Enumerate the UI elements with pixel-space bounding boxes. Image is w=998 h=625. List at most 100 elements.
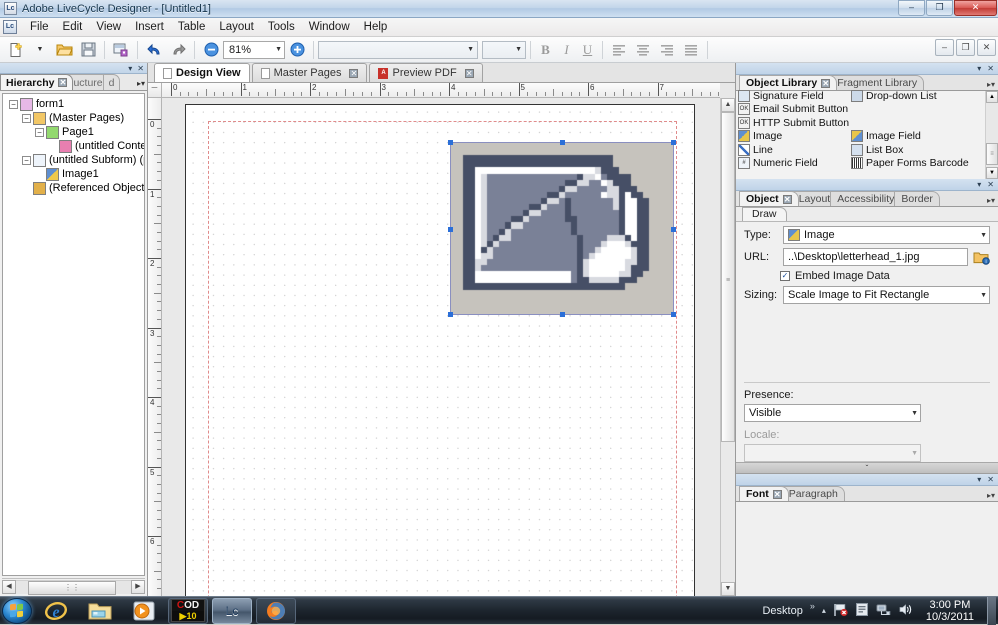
library-item-email-submit-button[interactable]: OK Email Submit Button	[738, 103, 851, 117]
network-icon[interactable]	[876, 602, 891, 620]
taskbar-item-firefox[interactable]	[256, 597, 296, 624]
expander-icon[interactable]: −	[22, 113, 31, 123]
hierarchy-tree[interactable]: − form1 − (Master Pages) − Page1 (untitl…	[2, 93, 145, 576]
resize-handle-w[interactable]	[448, 227, 453, 232]
font-family-combo[interactable]: ▼	[318, 40, 478, 59]
folder-browse-icon[interactable]: i	[973, 250, 990, 265]
resize-handle-sw[interactable]	[448, 312, 453, 317]
maximize-button[interactable]: ❐	[926, 0, 953, 16]
menu-item-edit[interactable]: Edit	[56, 19, 90, 35]
panel-close-icon[interactable]: ✕	[987, 64, 994, 73]
taskbar-item-livecycle-designer[interactable]: Lc	[212, 597, 252, 624]
tab-master-pages-close-icon[interactable]: ✕	[349, 68, 359, 78]
taskbar-item-internet-explorer[interactable]: e	[36, 598, 76, 624]
expander-icon[interactable]: −	[9, 99, 18, 109]
tab-font-close-icon[interactable]: ✕	[772, 489, 782, 499]
library-item-paper-forms-barcode[interactable]: Paper Forms Barcode	[851, 157, 969, 171]
selected-image-object[interactable]	[448, 140, 676, 317]
url-input[interactable]: ..\Desktop\letterhead_1.jpg	[783, 248, 968, 266]
library-item-list-box[interactable]: List Box	[851, 143, 964, 157]
scroll-right-icon[interactable]: ▶	[131, 579, 145, 594]
open-file-icon[interactable]	[53, 39, 75, 60]
resize-handle-n[interactable]	[560, 140, 565, 145]
tab-object-library-close-icon[interactable]: ✕	[821, 78, 831, 88]
panel-menu-icon[interactable]: ▾	[128, 64, 132, 73]
scroll-down-icon[interactable]: ▼	[721, 582, 735, 596]
tree-node-master-pages[interactable]: − (Master Pages)	[3, 111, 144, 125]
show-desktop-button[interactable]	[987, 596, 996, 625]
close-button[interactable]: ✕	[954, 0, 997, 16]
align-left-icon[interactable]	[608, 39, 630, 60]
design-canvas[interactable]	[162, 98, 720, 596]
object-library-list[interactable]: Signature Field OK Email Submit Button O…	[736, 89, 998, 179]
resize-handle-ne[interactable]	[671, 140, 676, 145]
volume-icon[interactable]	[898, 602, 913, 620]
hierarchy-horizontal-scrollbar[interactable]: ◀ ⋮⋮ ▶	[2, 578, 145, 595]
taskbar-clock[interactable]: 3:00 PM 10/3/2011	[920, 599, 980, 623]
form-page[interactable]	[185, 104, 695, 596]
presence-select[interactable]: Visible ▼	[744, 404, 921, 422]
scroll-track[interactable]: ⋮⋮	[16, 579, 131, 595]
menu-item-file[interactable]: File	[23, 19, 56, 35]
redo-icon[interactable]	[167, 39, 189, 60]
library-item-image[interactable]: Image	[738, 130, 851, 144]
locale-select[interactable]: ▼	[744, 444, 921, 462]
menu-item-table[interactable]: Table	[171, 19, 213, 35]
panel-menu-icon[interactable]: ▾	[977, 64, 981, 73]
object-panel-overflow-icon[interactable]: ▸▾	[987, 196, 995, 205]
zoom-out-button[interactable]	[200, 39, 222, 60]
taskbar-item-windows-explorer[interactable]	[80, 598, 120, 624]
panel-close-icon[interactable]: ✕	[137, 64, 144, 73]
tab-hierarchy-close-icon[interactable]: ✕	[58, 78, 68, 87]
scroll-track[interactable]: ≡	[986, 103, 998, 167]
action-center-icon[interactable]	[855, 602, 869, 620]
horizontal-ruler[interactable]: 012345678	[162, 83, 720, 98]
expander-icon[interactable]: −	[35, 127, 44, 137]
save-icon[interactable]	[77, 39, 99, 60]
panel-close-icon[interactable]: ✕	[987, 180, 994, 189]
library-overflow-icon[interactable]: ▸▾	[987, 80, 995, 89]
tab-design-view[interactable]: Design View	[154, 63, 250, 82]
tray-expand-icon[interactable]: ▴	[822, 606, 826, 615]
tab-border[interactable]: Border	[894, 191, 940, 206]
scroll-down-icon[interactable]: ▼	[986, 167, 998, 179]
resize-handle-s[interactable]	[560, 312, 565, 317]
menu-item-window[interactable]: Window	[302, 19, 357, 35]
align-center-icon[interactable]	[632, 39, 654, 60]
scroll-track[interactable]: ≡	[721, 112, 735, 582]
underline-button[interactable]: U	[577, 40, 598, 59]
scroll-thumb[interactable]: ≡	[986, 143, 998, 165]
scroll-up-icon[interactable]: ▲	[986, 91, 998, 103]
start-button[interactable]	[2, 597, 32, 624]
library-vertical-scrollbar[interactable]: ▲ ≡ ▼	[985, 91, 998, 179]
library-item-line[interactable]: Line	[738, 143, 851, 157]
scroll-left-icon[interactable]: ◀	[2, 579, 16, 594]
italic-button[interactable]: I	[556, 40, 577, 59]
flag-alert-icon[interactable]	[833, 602, 848, 620]
tab-paragraph[interactable]: Paragraph	[781, 486, 845, 501]
vertical-ruler[interactable]: 01234567	[148, 98, 162, 596]
mdi-close-button[interactable]: ✕	[977, 39, 996, 56]
tray-overflow-icon[interactable]: »	[810, 601, 815, 611]
mdi-restore-button[interactable]: ❐	[956, 39, 975, 56]
sizing-select[interactable]: Scale Image to Fit Rectangle ▼	[783, 286, 990, 304]
canvas-vertical-scrollbar[interactable]: ▲ ≡ ▼	[720, 98, 735, 596]
menu-item-view[interactable]: View	[89, 19, 128, 35]
panel-collapse-button[interactable]: ˇ	[736, 462, 998, 474]
scroll-thumb[interactable]: ⋮⋮	[28, 580, 116, 595]
library-item-image-field[interactable]: Image Field	[851, 130, 964, 144]
taskbar-item-media-player[interactable]	[124, 598, 164, 624]
minimize-button[interactable]: –	[898, 0, 925, 16]
tab-preview-pdf[interactable]: A Preview PDF ✕	[369, 63, 483, 82]
tab-accessibility[interactable]: Accessibility	[830, 191, 902, 206]
taskbar-item-cod-10[interactable]: COD ▶10	[168, 597, 208, 624]
tab-object[interactable]: Object ✕	[739, 191, 799, 206]
font-size-combo[interactable]: ▼	[482, 40, 526, 59]
tree-node-form1[interactable]: − form1	[3, 97, 144, 111]
align-right-icon[interactable]	[656, 39, 678, 60]
tree-node-referenced-objects[interactable]: (Referenced Objects)	[3, 181, 144, 195]
scroll-thumb[interactable]: ≡	[721, 112, 735, 442]
tray-desktop-label[interactable]: Desktop	[762, 605, 802, 617]
new-dropdown-arrow[interactable]: ▼	[29, 39, 51, 60]
new-document-icon[interactable]	[5, 39, 27, 60]
